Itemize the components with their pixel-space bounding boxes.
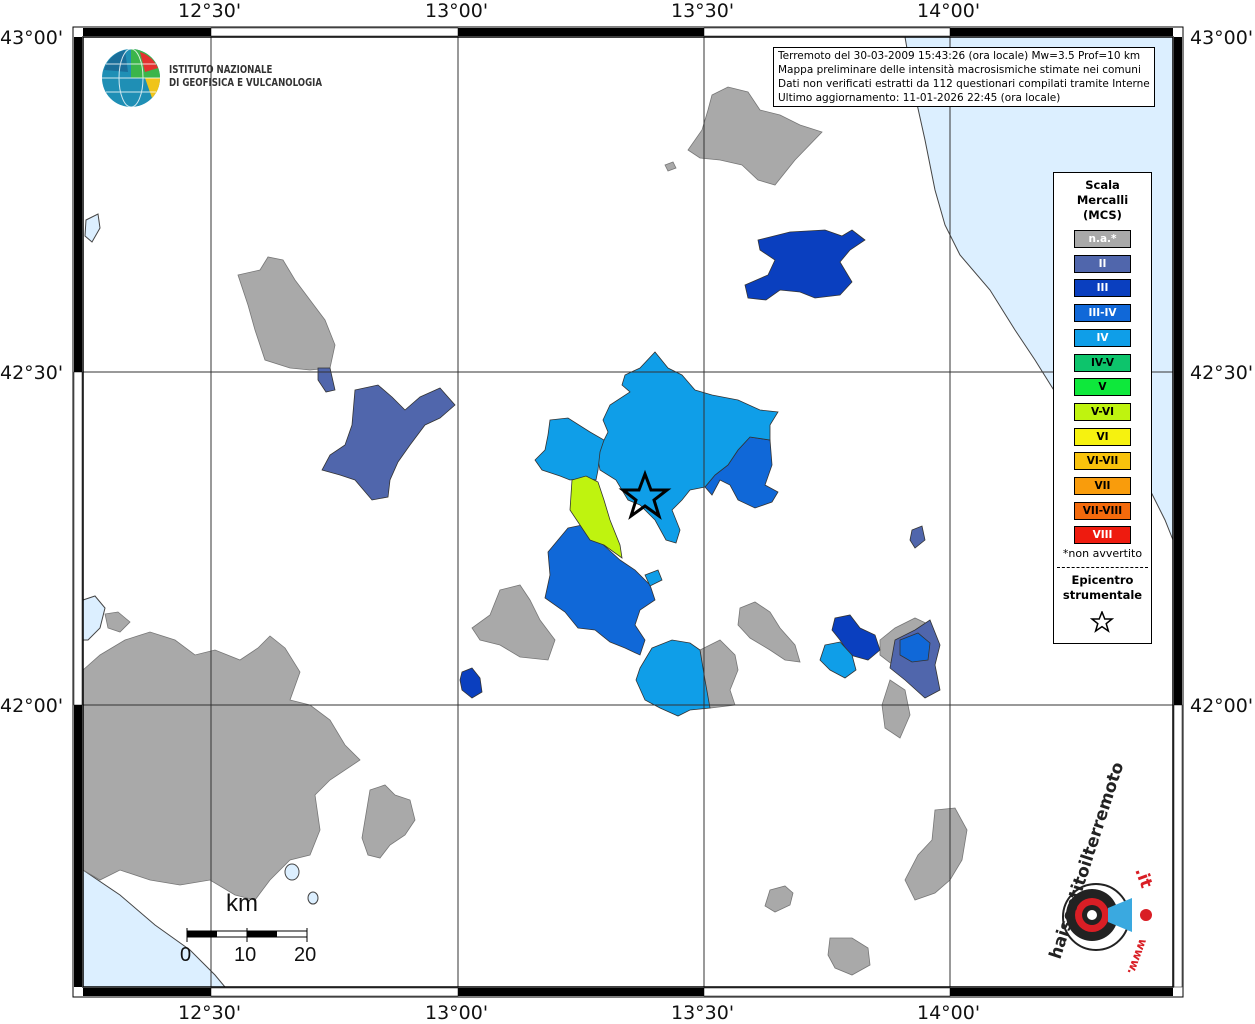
legend-title-line-3: (MCS) [1083,208,1122,222]
institute-line-2: DI GEOFISICA E VULCANOLOGIA [169,77,323,89]
scale-unit: km [226,890,258,917]
legend-item: III-IV [1074,304,1131,323]
legend-item: V-VI [1074,402,1131,421]
lake-small-3 [307,891,319,905]
legend-item: VII [1074,477,1131,495]
mercalli-legend: Scala Mercalli (MCS) n.a.* II III III-IV IV I… [1053,172,1152,644]
earthquake-info-box: Terremoto del 30-03-2009 15:43:26 (ora l… [773,47,1155,107]
lon-label-1330-top: 13°30' [671,0,735,22]
info-line-1: Terremoto del 30-03-2009 15:43:26 (ora l… [778,50,1141,62]
legend-star-icon [1090,611,1114,633]
legend-epicenter-line-2: strumentale [1062,588,1143,602]
institute-name: ISTITUTO NAZIONALE DI GEOFISICA E VULCAN… [169,64,322,90]
legend-item: IV [1074,328,1131,347]
ingv-globe-icon [102,48,160,108]
legend-item: II [1074,254,1131,273]
legend-epicenter-line-1: Epicentro [1071,573,1134,587]
legend-item: IV-V [1074,353,1131,372]
legend-note: *non avvertito [1062,547,1143,560]
info-line-3: Dati non verificati estratti da 112 ques… [778,78,1150,90]
lon-label-1330-bottom: 13°30' [671,1002,735,1024]
legend-title-line-1: Scala [1085,178,1120,192]
info-line-4: Ultimo aggiornamento: 11-01-2026 22:45 (… [778,92,1061,104]
legend-item: V [1074,378,1131,397]
legend-item: VII-VIII [1074,501,1131,520]
lon-label-1300-top: 13°00' [425,0,489,22]
lat-label-4200-right: 42°00' [1190,695,1254,717]
scale-label-10: 10 [234,944,257,966]
legend-item: III [1074,279,1131,298]
scale-label-20: 20 [294,944,317,966]
lon-label-1300-bottom: 13°00' [425,1002,489,1024]
info-line-2: Mappa preliminare delle intensità macros… [778,64,1141,76]
lon-label-1400-top: 14°00' [917,0,981,22]
lat-label-4230-right: 42°30' [1190,362,1254,384]
legend-item: VI-VII [1074,452,1131,471]
lat-label-4300-left: 43°00' [0,27,64,49]
lake-small-2 [284,863,300,881]
lon-label-1230-top: 12°30' [178,0,242,22]
legend-item: n.a.* [1074,230,1131,248]
legend-title-line-2: Mercalli [1076,193,1129,207]
lat-label-4200-left: 42°00' [0,695,64,717]
institute-line-1: ISTITUTO NAZIONALE [169,64,273,76]
lon-label-1400-bottom: 14°00' [917,1002,981,1024]
lat-label-4300-right: 43°00' [1190,27,1254,49]
legend-separator [1057,567,1148,568]
scale-label-0: 0 [180,944,192,966]
lat-label-4230-left: 42°30' [0,362,64,384]
legend-item: VIII [1074,526,1131,545]
legend-epicenter-label: Epicentro strumentale [1054,573,1151,603]
legend-title: Scala Mercalli (MCS) [1054,178,1151,223]
lon-label-1230-bottom: 12°30' [178,1002,242,1024]
legend-item: VI [1074,427,1131,446]
